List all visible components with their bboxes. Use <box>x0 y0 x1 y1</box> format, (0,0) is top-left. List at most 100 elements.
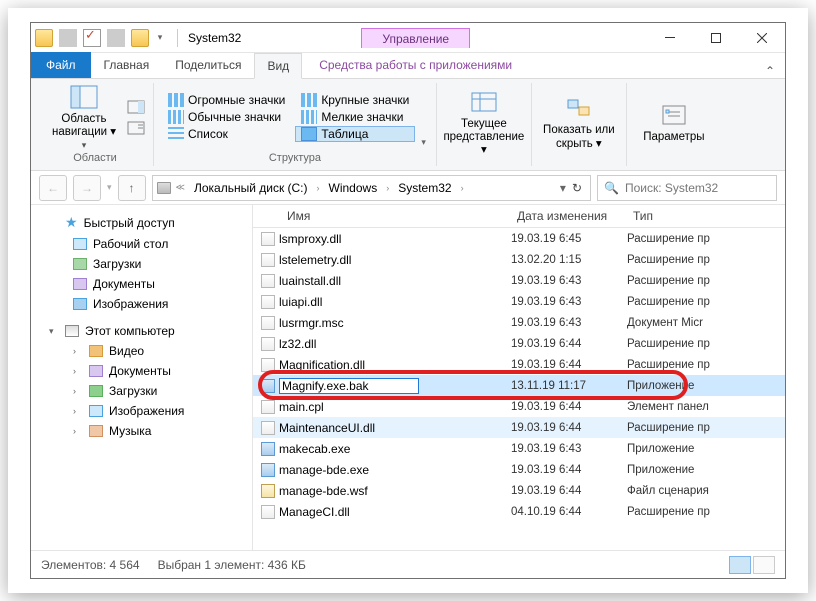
address-dropdown-icon[interactable]: ▾ <box>560 181 566 195</box>
exe-icon <box>257 463 279 477</box>
dll-icon <box>257 295 279 309</box>
file-row[interactable]: lsmproxy.dll19.03.19 6:45Расширение пр <box>253 228 785 249</box>
tab-manage[interactable]: Управление <box>361 28 470 48</box>
preview-pane-icon[interactable] <box>127 100 145 114</box>
explorer-window: ▾ System32 Управление Файл Главная Подел… <box>30 22 786 579</box>
dll-icon <box>257 232 279 246</box>
layout-medium[interactable]: Обычные значки <box>162 109 291 125</box>
file-row[interactable]: manage-bde.wsf19.03.19 6:44Файл сценария <box>253 480 785 501</box>
file-row[interactable]: manage-bde.exe19.03.19 6:44Приложение <box>253 459 785 480</box>
layout-large[interactable]: Крупные значки <box>295 92 415 108</box>
back-button[interactable]: ← <box>39 175 67 201</box>
file-name: lstelemetry.dll <box>279 253 511 267</box>
breadcrumb[interactable]: ≪ Локальный диск (C:)› Windows› System32… <box>152 175 591 201</box>
tab-view[interactable]: Вид <box>254 53 302 79</box>
dll-icon <box>257 400 279 414</box>
file-list: Имя Дата изменения Тип lsmproxy.dll19.03… <box>253 205 785 550</box>
minimize-button[interactable] <box>647 23 693 52</box>
tab-home[interactable]: Главная <box>91 52 163 78</box>
details-pane-icon[interactable] <box>127 121 145 135</box>
folder-icon <box>35 29 53 47</box>
exe-icon <box>257 379 279 393</box>
tab-file[interactable]: Файл <box>31 52 91 78</box>
file-row[interactable]: lstelemetry.dll13.02.20 1:15Расширение п… <box>253 249 785 270</box>
pictures-icon <box>73 298 87 310</box>
status-bar: Элементов: 4 564 Выбран 1 элемент: 436 К… <box>31 550 785 578</box>
qat-properties-icon[interactable] <box>83 29 101 47</box>
file-name: lusrmgr.msc <box>279 316 511 330</box>
close-button[interactable] <box>739 23 785 52</box>
file-name: manage-bde.wsf <box>279 484 511 498</box>
address-bar: ← → ▾ ↑ ≪ Локальный диск (C:)› Windows› … <box>31 171 785 205</box>
view-icons-button[interactable] <box>753 556 775 574</box>
wsf-icon <box>257 484 279 498</box>
pc-icon <box>65 325 79 337</box>
column-headers[interactable]: Имя Дата изменения Тип <box>253 205 785 228</box>
tab-app-tools[interactable]: Средства работы с приложениями <box>306 52 525 78</box>
qat-folder-icon[interactable] <box>131 29 149 47</box>
file-name: luiapi.dll <box>279 295 511 309</box>
dll-icon <box>257 505 279 519</box>
file-row[interactable]: Magnification.dll19.03.19 6:44Расширение… <box>253 354 785 375</box>
file-name: makecab.exe <box>279 442 511 456</box>
ribbon-collapse-icon[interactable]: ⌃ <box>755 64 785 78</box>
history-dropdown-icon[interactable]: ▾ <box>107 182 112 193</box>
file-row[interactable]: MaintenanceUI.dll19.03.19 6:44Расширение… <box>253 417 785 438</box>
file-row[interactable]: ManageCI.dll04.10.19 6:44Расширение пр <box>253 501 785 522</box>
desktop-icon <box>73 238 87 250</box>
refresh-icon[interactable]: ↻ <box>572 181 582 195</box>
file-row[interactable]: luainstall.dll19.03.19 6:43Расширение пр <box>253 270 785 291</box>
layout-small[interactable]: Мелкие значки <box>295 109 415 125</box>
file-name: MaintenanceUI.dll <box>279 421 511 435</box>
file-name: manage-bde.exe <box>279 463 511 477</box>
maximize-button[interactable] <box>693 23 739 52</box>
file-row[interactable]: main.cpl19.03.19 6:44Элемент панел <box>253 396 785 417</box>
file-name: main.cpl <box>279 400 511 414</box>
search-icon: 🔍 <box>604 181 619 195</box>
dll-icon <box>257 253 279 267</box>
ribbon: Область навигации ▾ Области Огромные зна… <box>31 79 785 171</box>
layout-table[interactable]: Таблица <box>295 126 415 142</box>
file-name <box>279 378 511 394</box>
ribbon-tabs: Файл Главная Поделиться Вид Средства раб… <box>31 53 785 79</box>
star-icon: ★ <box>65 214 78 231</box>
search-input[interactable]: 🔍 Поиск: System32 <box>597 175 777 201</box>
pictures-icon <box>89 405 103 417</box>
downloads-icon <box>89 385 103 397</box>
nav-tree[interactable]: ★Быстрый доступ Рабочий стол Загрузки До… <box>31 205 253 550</box>
documents-icon <box>89 365 103 377</box>
rename-input[interactable] <box>279 378 419 394</box>
file-row[interactable]: makecab.exe19.03.19 6:43Приложение <box>253 438 785 459</box>
file-row[interactable]: luiapi.dll19.03.19 6:43Расширение пр <box>253 291 785 312</box>
show-hide-button[interactable]: Показать или скрыть ▾ <box>540 90 618 154</box>
dll-icon <box>257 337 279 351</box>
file-name: lsmproxy.dll <box>279 232 511 246</box>
current-view-button[interactable]: Текущее представление ▾ <box>445 84 523 162</box>
file-row[interactable]: lusrmgr.msc19.03.19 6:43Документ Micr <box>253 312 785 333</box>
layout-more-icon[interactable]: ▾ <box>419 135 428 150</box>
nav-pane-button[interactable]: Область навигации ▾ <box>45 79 123 154</box>
exe-icon <box>257 442 279 456</box>
file-row[interactable]: 13.11.19 11:17Приложение <box>253 375 785 396</box>
window-title: System32 <box>182 31 241 45</box>
videos-icon <box>89 345 103 357</box>
downloads-icon <box>73 258 87 270</box>
forward-button[interactable]: → <box>73 175 101 201</box>
file-row[interactable]: lz32.dll19.03.19 6:44Расширение пр <box>253 333 785 354</box>
up-button[interactable]: ↑ <box>118 175 146 201</box>
file-name: lz32.dll <box>279 337 511 351</box>
tab-share[interactable]: Поделиться <box>162 52 254 78</box>
options-button[interactable]: Параметры <box>635 97 713 148</box>
file-name: ManageCI.dll <box>279 505 511 519</box>
layout-huge[interactable]: Огромные значки <box>162 92 291 108</box>
layout-list[interactable]: Список <box>162 126 291 142</box>
dll-icon <box>257 421 279 435</box>
file-name: luainstall.dll <box>279 274 511 288</box>
qat-dropdown-icon[interactable]: ▾ <box>151 29 169 47</box>
view-details-button[interactable] <box>729 556 751 574</box>
item-count: Элементов: 4 564 <box>41 558 140 572</box>
dll-icon <box>257 316 279 330</box>
dll-icon <box>257 358 279 372</box>
drive-icon <box>157 182 171 194</box>
selection-info: Выбран 1 элемент: 436 КБ <box>158 558 306 572</box>
